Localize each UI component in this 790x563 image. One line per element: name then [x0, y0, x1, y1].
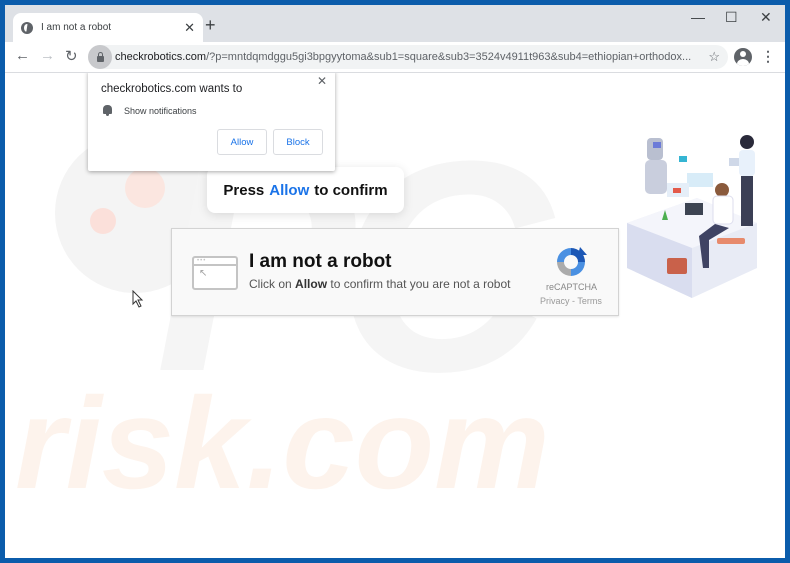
popup-close-icon[interactable]: ✕: [317, 74, 327, 88]
popup-title: checkrobotics.com wants to: [101, 83, 243, 95]
close-window-button[interactable]: ✕: [760, 9, 772, 26]
mouse-cursor-icon: [132, 290, 144, 308]
captcha-sub-before: Click on: [249, 277, 292, 291]
press-allow-banner: Press Allow to confirm: [207, 167, 404, 213]
site-info-button[interactable]: [88, 45, 112, 69]
captcha-title: I am not a robot: [249, 251, 392, 272]
new-tab-button[interactable]: +: [205, 15, 216, 36]
captcha-subtitle: Click on Allow to confirm that you are n…: [249, 277, 510, 291]
permission-label: Show notifications: [124, 106, 197, 116]
lock-icon: [96, 52, 104, 62]
recaptcha-links[interactable]: Privacy - Terms: [540, 296, 602, 306]
url-domain: checkrobotics.com: [115, 51, 207, 63]
tab-strip: I am not a robot ✕ + — ☐ ✕: [5, 5, 785, 42]
url-text[interactable]: checkrobotics.com/?p=mntdqmdggu5gi3bpgyy…: [115, 51, 695, 63]
browser-menu-icon[interactable]: ⋮: [761, 48, 775, 65]
tab-close-icon[interactable]: ✕: [184, 20, 195, 36]
fake-captcha-box[interactable]: ••• ↖ I am not a robot Click on Allow to…: [171, 228, 619, 316]
press-text-before: Press: [223, 181, 265, 199]
block-button[interactable]: Block: [273, 129, 323, 155]
browser-window: I am not a robot ✕ + — ☐ ✕ ← → ↻ checkro…: [5, 5, 785, 558]
reload-button[interactable]: ↻: [65, 47, 78, 65]
captcha-sub-bold: Allow: [295, 277, 328, 291]
page-content: PC risk.com Press Allow to confirm ••• ↖…: [5, 73, 785, 558]
globe-icon: [21, 21, 33, 34]
bell-icon: [103, 105, 112, 116]
tab-title: I am not a robot: [41, 22, 112, 33]
allow-button[interactable]: Allow: [217, 129, 267, 155]
address-bar[interactable]: checkrobotics.com/?p=mntdqmdggu5gi3bpgyy…: [88, 45, 728, 69]
office-illustration: [627, 135, 757, 298]
recaptcha-brand: reCAPTCHA: [546, 282, 598, 292]
browser-toolbar: ← → ↻ checkrobotics.com/?p=mntdqmdggu5gi…: [5, 42, 785, 73]
recaptcha-logo-icon: [557, 247, 587, 276]
watermark-risk: risk.com: [15, 370, 550, 516]
minimize-button[interactable]: —: [691, 9, 705, 25]
watermark-dot: [90, 208, 116, 234]
maximize-button[interactable]: ☐: [725, 9, 738, 26]
tab-active[interactable]: I am not a robot ✕: [13, 13, 203, 42]
profile-avatar-icon[interactable]: [734, 48, 752, 66]
press-text-after: to confirm: [314, 181, 388, 199]
back-button[interactable]: ←: [15, 47, 30, 64]
url-path: /?p=mntdqmdggu5gi3bpgyytoma&sub1=square&…: [206, 51, 692, 63]
captcha-sub-after: to confirm that you are not a robot: [330, 277, 511, 291]
window-titlebar: [194, 264, 236, 266]
notification-permission-popup: ✕ checkrobotics.com wants to Show notifi…: [88, 73, 335, 171]
arrow-icon: ↖: [199, 268, 208, 279]
browser-window-icon: ••• ↖: [192, 256, 238, 290]
forward-button[interactable]: →: [40, 47, 55, 64]
bookmark-star-icon[interactable]: ☆: [708, 49, 720, 65]
press-text-highlight: Allow: [269, 181, 310, 199]
